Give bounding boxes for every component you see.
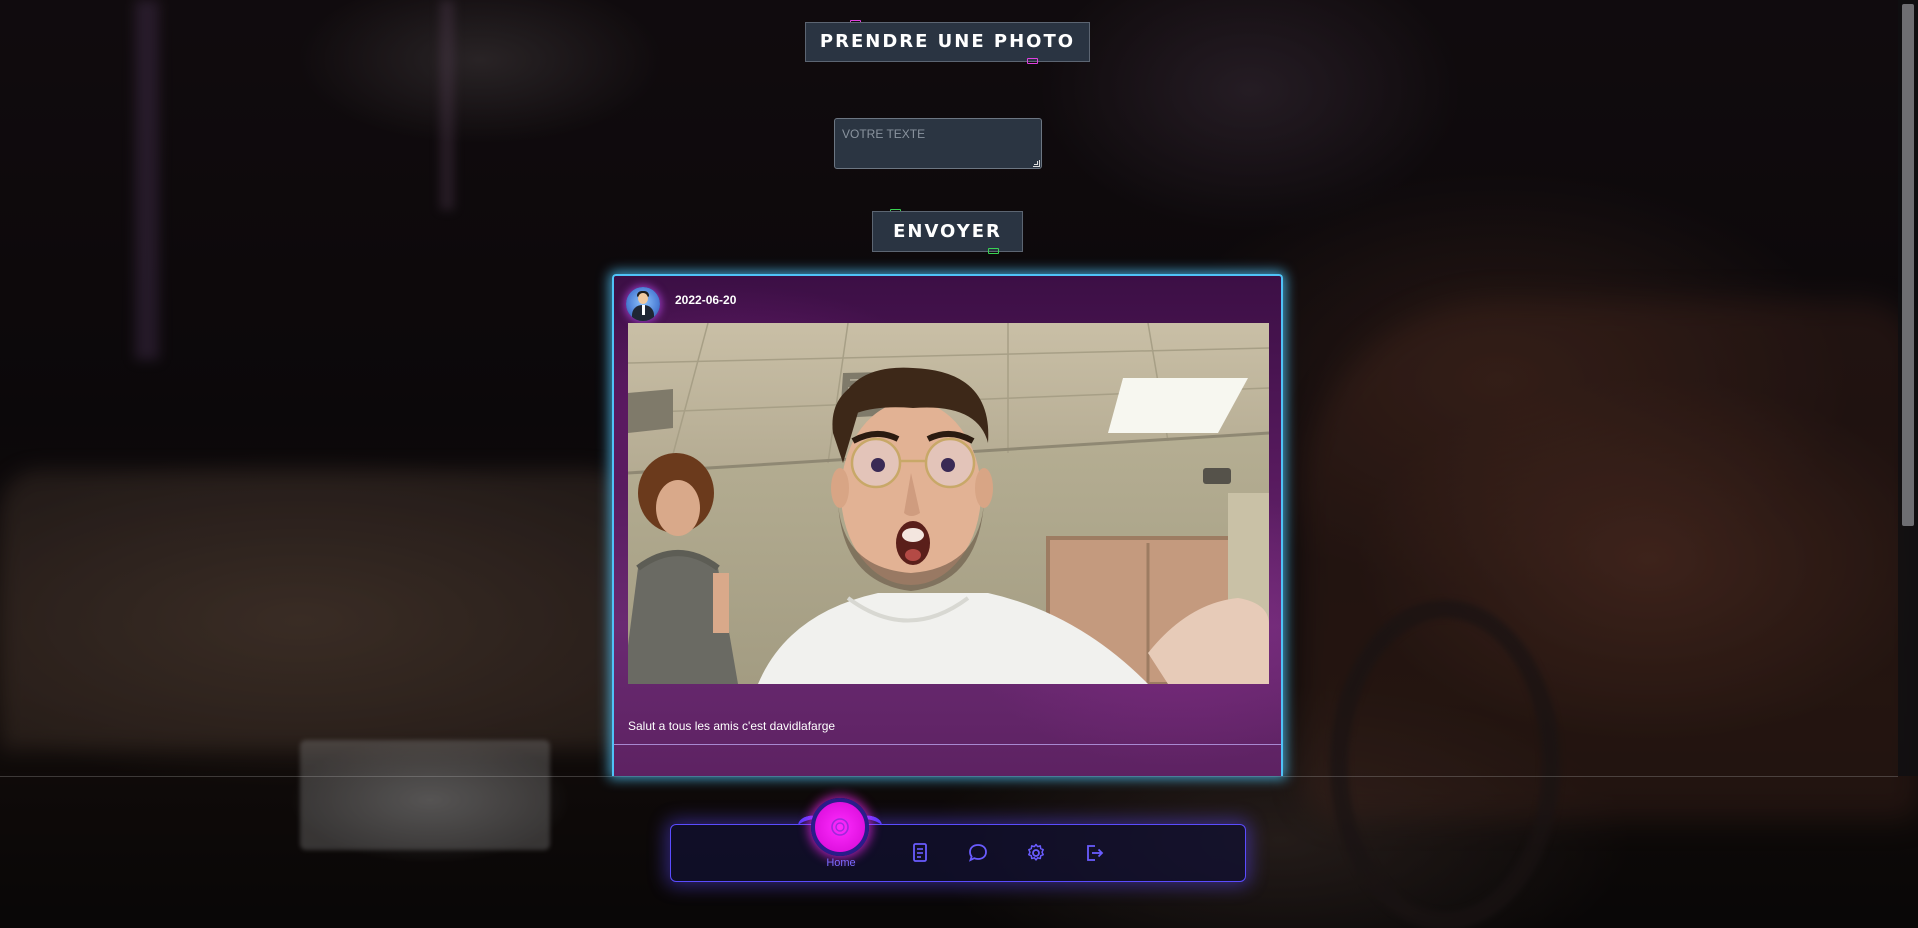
- resize-handle[interactable]: [1033, 160, 1040, 167]
- home-icon: [831, 818, 849, 836]
- nav-item-home[interactable]: [811, 798, 869, 856]
- chat-icon: [968, 844, 987, 862]
- selection-marker: [988, 248, 999, 254]
- take-photo-button[interactable]: PRENDRE UNE PHOTO: [805, 22, 1090, 62]
- nav-item-documents[interactable]: [900, 825, 940, 881]
- divider: [0, 776, 1898, 777]
- post-divider: [614, 744, 1281, 745]
- post-photo: [628, 323, 1269, 684]
- scrollbar-thumb[interactable]: [1902, 4, 1914, 526]
- post-card: 2022-06-20 Salut a tous les amis c'est d…: [612, 274, 1283, 776]
- send-button[interactable]: ENVOYER: [872, 211, 1023, 252]
- nav-label-home: Home: [826, 857, 856, 869]
- nav-item-chat[interactable]: [958, 825, 998, 881]
- bottom-nav: [670, 824, 1246, 882]
- post-date: 2022-06-20: [675, 293, 737, 307]
- nav-item-settings[interactable]: [1016, 825, 1056, 881]
- avatar[interactable]: [626, 287, 660, 321]
- logout-icon: [1087, 845, 1104, 861]
- post-caption: Salut a tous les amis c'est davidlafarge: [628, 719, 836, 733]
- document-icon: [913, 843, 927, 862]
- nav-item-logout[interactable]: [1074, 825, 1114, 881]
- gear-icon: [1028, 843, 1044, 861]
- page-scrollbar[interactable]: [1898, 0, 1918, 776]
- post-text-input[interactable]: [834, 118, 1042, 169]
- selection-marker: [1027, 58, 1038, 64]
